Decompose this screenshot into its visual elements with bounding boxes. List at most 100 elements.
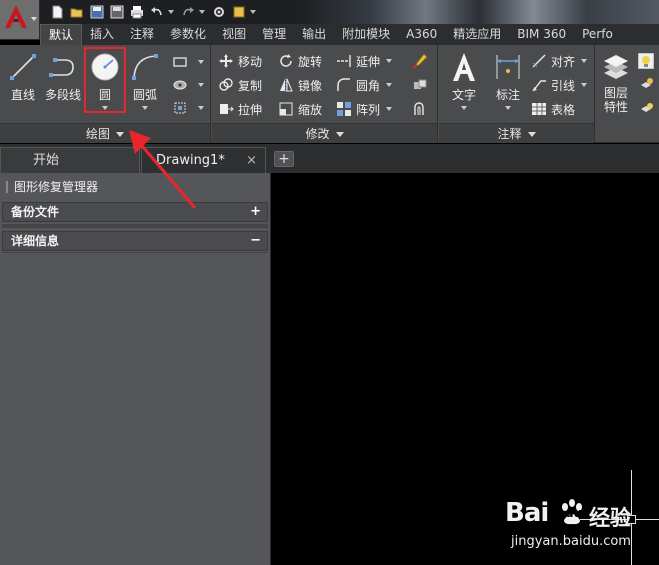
text-icon (453, 53, 475, 81)
tab-view[interactable]: 视图 (214, 24, 254, 45)
stretch-button[interactable]: 拉伸 (218, 98, 262, 120)
stretch-icon (220, 104, 234, 114)
tab-insert[interactable]: 插入 (82, 24, 122, 45)
arc-button[interactable]: 圆弧 (124, 49, 166, 119)
scale-icon (279, 102, 293, 116)
extend-dropdown-icon[interactable] (386, 59, 393, 63)
text-label: 文字 (451, 88, 476, 102)
tab-parametric[interactable]: 参数化 (162, 24, 214, 45)
mirror-button[interactable]: 镜像 (278, 74, 322, 96)
section-divider (2, 252, 268, 253)
leader-button[interactable]: 引线 (531, 74, 588, 96)
new-tab-button[interactable]: + (274, 151, 294, 167)
dimension-button[interactable]: 标注 (487, 49, 529, 119)
tab-addins[interactable]: 附加模块 (334, 24, 398, 45)
close-tab-icon[interactable]: × (246, 148, 257, 174)
backup-files-section[interactable]: 备份文件 + (2, 202, 268, 222)
tab-performance[interactable]: Perfo (574, 24, 621, 45)
annotation-panel: 文字 标注 对齐 引线 表格 注释 (439, 45, 595, 143)
tab-default[interactable]: 默认 (40, 24, 83, 45)
dimension-dropdown-icon[interactable] (505, 106, 511, 110)
line-icon (10, 54, 36, 80)
copy-button[interactable]: 复制 (218, 74, 262, 96)
boundary-dropdown-icon[interactable] (198, 106, 204, 110)
leader-dropdown-icon[interactable] (581, 83, 588, 87)
undo-icon[interactable] (148, 3, 166, 21)
hatch-dropdown-icon[interactable] (198, 83, 204, 87)
workspace-icon[interactable] (210, 3, 228, 21)
arc-label: 圆弧 (132, 88, 157, 102)
tab-featured-apps[interactable]: 精选应用 (445, 24, 509, 45)
layer-freeze-button[interactable] (638, 74, 658, 96)
copy-label: 复制 (238, 78, 263, 93)
array-dropdown-icon[interactable] (386, 107, 393, 111)
text-dropdown-icon[interactable] (461, 106, 467, 110)
redo-dropdown-icon[interactable] (199, 10, 205, 14)
redo-icon[interactable] (179, 3, 197, 21)
file-tab-drawing1[interactable]: Drawing1* × (141, 147, 266, 173)
polyline-icon (49, 58, 74, 77)
copy-icon (219, 78, 233, 91)
polyline-button[interactable]: 多段线 (42, 49, 84, 119)
annotation-panel-title-text: 注释 (497, 127, 522, 141)
arc-dropdown-icon[interactable] (142, 106, 148, 110)
undo-dropdown-icon[interactable] (168, 10, 174, 14)
save-icon[interactable] (88, 3, 106, 21)
array-label: 阵列 (356, 102, 381, 117)
file-tab-start[interactable]: 开始 (0, 147, 140, 173)
fillet-dropdown-icon[interactable] (386, 83, 393, 87)
print-icon[interactable] (128, 3, 146, 21)
rectangle-dropdown-icon[interactable] (198, 60, 204, 64)
circle-button[interactable]: 圆 (84, 49, 126, 119)
details-section[interactable]: 详细信息 − (2, 231, 268, 251)
align-dropdown-icon[interactable] (581, 59, 588, 63)
erase-icon (413, 53, 428, 69)
baidu-jingyan-watermark: Bai du 经验 jingyan.baidu.com (505, 498, 655, 558)
scale-button[interactable]: 缩放 (278, 98, 322, 120)
extend-button[interactable]: 延伸 (336, 50, 393, 72)
backup-files-label: 备份文件 (11, 205, 60, 219)
fillet-button[interactable]: 圆角 (336, 74, 393, 96)
array-button[interactable]: 阵列 (336, 98, 393, 120)
hatch-button[interactable] (172, 74, 204, 96)
align-label: 对齐 (551, 54, 576, 69)
circle-dropdown-icon[interactable] (102, 106, 108, 110)
align-dimension-icon (532, 54, 546, 68)
tab-annotate[interactable]: 注释 (122, 24, 162, 45)
draw-panel-title[interactable]: 绘图 (0, 123, 210, 143)
modify-panel-title[interactable]: 修改 (212, 123, 437, 143)
tab-output[interactable]: 输出 (294, 24, 334, 45)
text-button[interactable]: 文字 (443, 49, 485, 119)
boundary-button[interactable] (172, 97, 204, 119)
align-button[interactable]: 对齐 (531, 50, 588, 72)
explode-button[interactable] (412, 74, 432, 96)
line-button[interactable]: 直线 (2, 49, 44, 119)
collapse-icon[interactable]: − (250, 232, 261, 250)
tab-manage[interactable]: 管理 (254, 24, 294, 45)
new-icon[interactable] (48, 3, 66, 21)
open-icon[interactable] (68, 3, 86, 21)
layer-properties-button[interactable]: 图层 特性 (598, 49, 634, 119)
rotate-button[interactable]: 旋转 (278, 50, 322, 72)
layer-on-off-button[interactable] (638, 50, 658, 72)
tab-a360[interactable]: A360 (398, 24, 445, 45)
file-tab-drawing1-label: Drawing1* (156, 153, 225, 168)
expand-icon[interactable]: + (250, 203, 261, 221)
application-menu-button[interactable] (0, 0, 40, 40)
workspace-more-icon[interactable] (230, 3, 248, 21)
move-button[interactable]: 移动 (218, 50, 262, 72)
modify-panel-title-text: 修改 (305, 127, 330, 141)
table-button[interactable]: 表格 (531, 98, 575, 120)
rectangle-button[interactable] (172, 51, 204, 73)
layers-panel: 图层 特性 (596, 45, 659, 143)
annotation-panel-title[interactable]: 注释 (439, 123, 594, 143)
tab-bim360[interactable]: BIM 360 (509, 24, 574, 45)
save-as-icon[interactable] (108, 3, 126, 21)
offset-button[interactable] (412, 98, 432, 120)
erase-button[interactable] (412, 50, 432, 72)
dimension-icon (496, 55, 520, 79)
layer-lock-button[interactable] (638, 98, 658, 120)
move-icon (219, 54, 233, 68)
lightbulb-icon (638, 53, 654, 69)
qat-more-dropdown-icon[interactable] (250, 10, 256, 14)
